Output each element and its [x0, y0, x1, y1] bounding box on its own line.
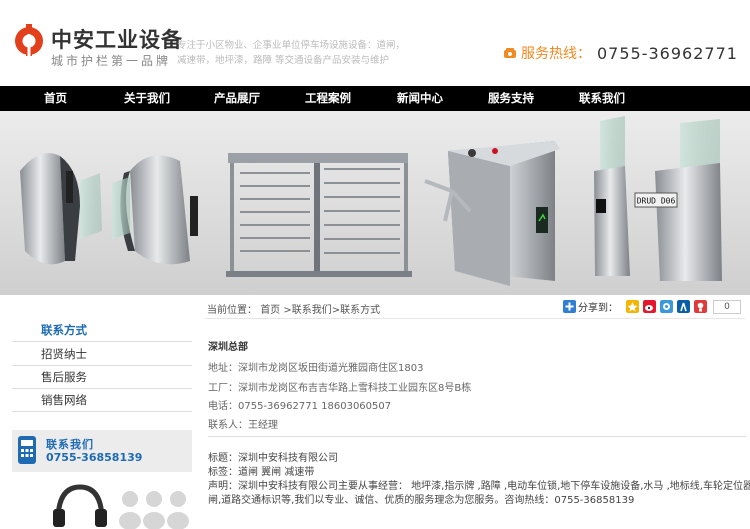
statement-row: 声明：深圳中安科技有限公司主要从事经营： 地坪漆,指示牌 ,路障 ,电动车位锁,… — [208, 477, 750, 492]
sidebar-item-label: 售后服务 — [41, 370, 87, 384]
breadcrumb-sep: > — [331, 305, 341, 316]
phone-value: 0755-36962771 18603060507 — [238, 401, 392, 412]
qzone-icon[interactable] — [626, 300, 639, 313]
main-content: 当前位置： 首页 >联系我们>联系方式 分享到： 0 深圳总部 地址：深圳市龙岗… — [200, 295, 750, 529]
sidebar-item-label: 招贤纳士 — [41, 347, 87, 361]
nav-item-about[interactable]: 关于我们 — [124, 86, 170, 111]
phone-icon — [504, 48, 516, 58]
plate-text: DRUD D06 — [637, 197, 676, 206]
banner-image: DRUD D06 — [20, 116, 722, 286]
banner: DRUD D06 — [0, 111, 750, 295]
breadcrumb-section[interactable]: 联系我们 — [292, 305, 332, 316]
share-bar: 分享到： 0 — [563, 298, 741, 315]
contact-person-value: 王经理 — [248, 420, 278, 431]
sidebar: 联系方式 招贤纳士 售后服务 销售网络 联系我们 0755-36858139 — [0, 295, 200, 529]
contact-person-label: 联系人： — [208, 420, 248, 431]
hq-title: 深圳总部 — [208, 342, 248, 353]
nav-item-contact[interactable]: 联系我们 — [579, 86, 625, 111]
phone-label: 电话： — [208, 401, 238, 412]
hotline: 服务热线： 0755-36962771 — [503, 42, 738, 64]
logo-icon[interactable] — [12, 22, 46, 56]
divider — [208, 436, 746, 437]
sidebar-item-label: 联系方式 — [41, 323, 87, 337]
factory-value: 深圳市龙岗区布吉吉华路上雪科技工业园东区8号B栋 — [238, 383, 472, 394]
sidebar-item-sales-network[interactable]: 销售网络 — [12, 389, 192, 412]
kaixin-icon[interactable] — [694, 300, 707, 313]
address-value: 深圳市龙岗区坂田街道光雅园商住区1803 — [238, 363, 424, 374]
sidebar-item-label: 销售网络 — [41, 393, 87, 407]
hotline-label: 服务热线： — [521, 46, 591, 62]
logo-title[interactable]: 中安工业设备 — [51, 24, 183, 54]
header: 中安工业设备 城市护栏第一品牌 专注于小区物业、企事业单位停车场设施设备：道闸，… — [0, 0, 750, 86]
share-plus-icon[interactable] — [563, 300, 576, 313]
main-nav: 首页 关于我们 产品展厅 工程案例 新闻中心 服务支持 联系我们 — [0, 86, 750, 111]
contact-number: 0755-36858139 — [46, 451, 143, 464]
nav-item-support[interactable]: 服务支持 — [488, 86, 534, 111]
share-count: 0 — [713, 299, 741, 314]
sidebar-item-contact-info[interactable]: 联系方式 — [12, 319, 192, 342]
statement-line2: 闸,道路交通标识等,我们以专业、诚信、优质的服务理念为您服务。咨询热线：0755… — [208, 495, 635, 506]
nav-item-cases[interactable]: 工程案例 — [305, 86, 351, 111]
telephone-icon — [18, 436, 36, 464]
tripod-turnstile-illustration — [424, 141, 560, 286]
flap-barrier-illustration — [20, 153, 198, 265]
factory-row: 工厂：深圳市龙岗区布吉吉华路上雪科技工业园东区8号B栋 — [208, 379, 471, 394]
nav-item-home[interactable]: 首页 — [44, 86, 67, 111]
phone-row: 电话：0755-36962771 18603060507 — [208, 397, 391, 412]
factory-label: 工厂： — [208, 383, 238, 394]
contact-title: 联系我们 — [46, 438, 94, 451]
breadcrumb-sep: > — [283, 305, 292, 316]
tags-row: 标签：道闸 翼闸 减速带 — [208, 463, 314, 478]
contact-person-row: 联系人：王经理 — [208, 416, 278, 431]
share-label[interactable]: 分享到： — [578, 299, 618, 314]
swing-barrier-illustration: DRUD D06 — [594, 116, 722, 281]
sidebar-item-recruitment[interactable]: 招贤纳士 — [12, 343, 192, 366]
tqq-icon[interactable] — [660, 300, 673, 313]
nav-item-news[interactable]: 新闻中心 — [397, 86, 443, 111]
full-height-turnstile-illustration — [226, 153, 412, 277]
breadcrumb-home[interactable]: 首页 — [260, 305, 280, 316]
tagline: 专注于小区物业、企事业单位停车场设施设备：道闸，减速带，地坪漆，路障 等交通设备… — [177, 40, 406, 66]
headset-icon — [53, 484, 189, 529]
statement-row-2: 闸,道路交通标识等,我们以专业、诚信、优质的服务理念为您服务。咨询热线：0755… — [208, 491, 634, 506]
sidebar-item-after-sales[interactable]: 售后服务 — [12, 366, 192, 389]
nav-item-products[interactable]: 产品展厅 — [214, 86, 260, 111]
breadcrumb: 当前位置： 首页 >联系我们>联系方式 — [207, 301, 380, 316]
address-row: 地址：深圳市龙岗区坂田街道光雅园商住区1803 — [208, 359, 423, 374]
logo-subtitle: 城市护栏第一品牌 — [51, 54, 172, 68]
breadcrumb-current: 联系方式 — [340, 305, 381, 316]
contact-box: 联系我们 0755-36858139 — [12, 430, 192, 472]
company-row: 标题：深圳中安科技有限公司 — [208, 449, 338, 464]
renren-icon[interactable] — [677, 300, 690, 313]
breadcrumb-prefix: 当前位置： — [207, 305, 257, 316]
weibo-icon[interactable] — [643, 300, 656, 313]
address-label: 地址： — [208, 363, 238, 374]
breadcrumb-bar: 当前位置： 首页 >联系我们>联系方式 分享到： 0 — [205, 295, 745, 319]
hotline-number: 0755-36962771 — [597, 43, 738, 63]
